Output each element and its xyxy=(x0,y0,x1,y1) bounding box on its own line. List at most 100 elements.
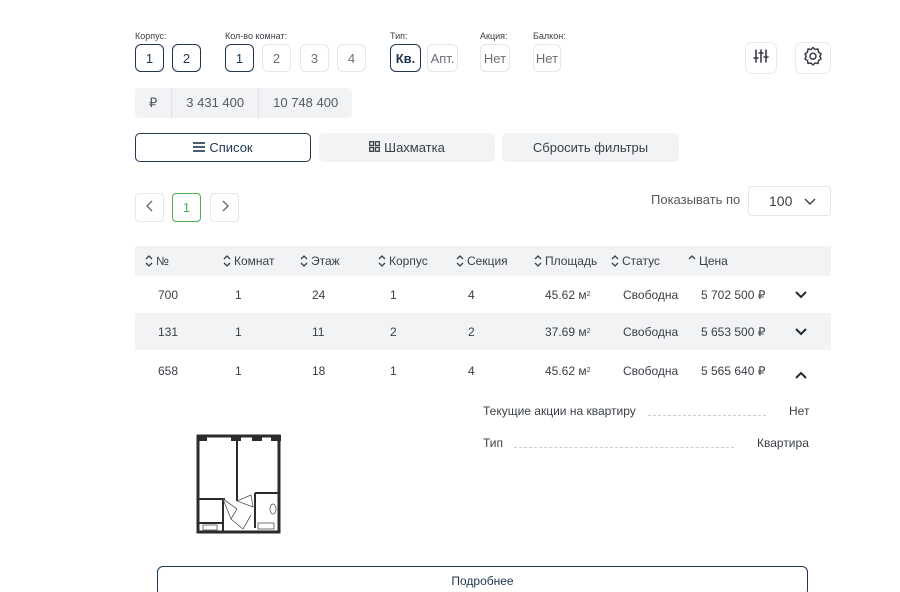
expand-row-button[interactable] xyxy=(795,276,807,313)
cell-floor: 24 xyxy=(312,287,326,302)
cell-area: 45.62 м2 xyxy=(545,287,591,302)
promo-toggle[interactable]: Нет xyxy=(480,44,510,72)
view-list-button[interactable]: Список xyxy=(135,133,311,162)
chevron-down-icon xyxy=(795,325,807,339)
dotted-leader xyxy=(648,415,766,416)
grid-icon xyxy=(369,140,381,155)
rooms-option-3[interactable]: 3 xyxy=(300,44,329,72)
cell-section: 2 xyxy=(468,324,475,339)
cell-status: Свободна xyxy=(623,364,679,378)
sort-icon xyxy=(223,255,231,267)
sort-icon xyxy=(378,255,386,267)
column-header-area[interactable]: Площадь xyxy=(534,246,597,276)
next-page-button[interactable] xyxy=(210,193,239,222)
details-button[interactable]: Подробнее xyxy=(157,566,808,592)
table-row-expanded[interactable]: 658 1 18 1 4 45.62 м2 Свободна 5 565 640… xyxy=(135,350,831,392)
view-grid-button[interactable]: Шахматка xyxy=(319,133,495,162)
filter-promo-label: Акция: xyxy=(480,31,508,41)
sort-icon xyxy=(456,255,464,267)
price-range[interactable]: ₽ 3 431 400 10 748 400 xyxy=(135,88,353,118)
cell-number: 131 xyxy=(158,324,179,339)
rooms-option-2[interactable]: 2 xyxy=(262,44,291,72)
expand-row-button[interactable] xyxy=(795,313,807,350)
column-header-rooms[interactable]: Комнат xyxy=(223,246,274,276)
price-min[interactable]: 3 431 400 xyxy=(171,88,258,118)
filter-type-label: Тип: xyxy=(390,31,408,41)
table-row[interactable]: 131 1 11 2 2 37.69 м2 Свободна 5 653 500… xyxy=(135,313,831,350)
sort-icon xyxy=(145,255,153,267)
sliders-icon xyxy=(753,48,769,69)
table-row[interactable]: 700 1 24 1 4 45.62 м2 Свободна 5 702 500… xyxy=(135,276,831,313)
gear-icon xyxy=(803,46,823,71)
cell-floor: 18 xyxy=(312,364,326,378)
column-header-number[interactable]: № xyxy=(145,246,169,276)
cell-price: 5 565 640 ₽ xyxy=(701,364,766,378)
korpus-option-2[interactable]: 2 xyxy=(172,44,201,72)
per-page-select[interactable]: 100 xyxy=(748,186,831,216)
column-header-korpus[interactable]: Корпус xyxy=(378,246,428,276)
per-page-label: Показывать по xyxy=(651,192,741,207)
column-header-label: Площадь xyxy=(545,254,598,268)
type-option-apart-hotel[interactable]: Апт. xyxy=(427,44,458,72)
sort-icon xyxy=(611,255,619,267)
chevron-down-icon xyxy=(795,288,807,302)
rooms-option-1[interactable]: 1 xyxy=(225,44,254,72)
column-header-label: Комнат xyxy=(234,254,275,268)
area-value: 45.62 м xyxy=(545,364,587,378)
cell-number: 658 xyxy=(158,364,179,378)
cell-price: 5 702 500 ₽ xyxy=(701,287,766,302)
view-list-label: Список xyxy=(209,140,253,155)
sort-icon xyxy=(534,255,542,267)
balcony-toggle[interactable]: Нет xyxy=(533,44,561,72)
cell-rooms: 1 xyxy=(235,287,242,302)
column-header-label: Секция xyxy=(467,254,508,268)
currency-symbol: ₽ xyxy=(149,95,158,110)
floor-plan-image[interactable] xyxy=(195,433,283,542)
filter-korpus-label: Корпус: xyxy=(135,31,167,41)
cell-section: 4 xyxy=(468,287,475,302)
column-header-label: Статус xyxy=(622,254,660,268)
menu-icon xyxy=(193,140,206,155)
sort-icon xyxy=(300,255,308,267)
cell-status: Свободна xyxy=(623,324,679,339)
cell-floor: 11 xyxy=(312,324,325,339)
chevron-up-icon xyxy=(795,368,807,382)
chevron-right-icon xyxy=(221,200,229,215)
per-page-value: 100 xyxy=(769,193,793,209)
collapse-row-button[interactable] xyxy=(795,354,807,396)
column-header-label: № xyxy=(156,254,169,268)
column-header-floor[interactable]: Этаж xyxy=(300,246,340,276)
price-max[interactable]: 10 748 400 xyxy=(258,88,352,118)
dotted-leader xyxy=(514,447,734,448)
chevron-left-icon xyxy=(145,200,154,215)
cell-status: Свободна xyxy=(623,287,679,302)
column-header-status[interactable]: Статус xyxy=(611,246,660,276)
detail-type-label: Тип xyxy=(483,436,504,450)
korpus-option-1[interactable]: 1 xyxy=(135,44,164,72)
column-header-label: Этаж xyxy=(311,254,340,268)
cell-area: 37.69 м2 xyxy=(545,324,591,339)
area-value: 45.62 м xyxy=(545,287,587,302)
filter-rooms-label: Кол-во комнат: xyxy=(225,31,288,41)
reset-filters-button[interactable]: Сбросить фильтры xyxy=(502,133,679,162)
chevron-down-icon xyxy=(804,193,816,209)
cell-section: 4 xyxy=(468,364,475,378)
column-header-label: Цена xyxy=(699,254,728,268)
cell-rooms: 1 xyxy=(235,364,242,378)
page-number-current[interactable]: 1 xyxy=(172,193,201,222)
filter-settings-button[interactable] xyxy=(746,43,776,73)
cell-price: 5 653 500 ₽ xyxy=(701,324,766,339)
detail-promo-label: Текущие акции на квартиру xyxy=(483,404,636,418)
sort-asc-icon xyxy=(688,255,696,267)
table-header: № Комнат Этаж Корпус Секция Площадь Стат… xyxy=(135,246,831,276)
settings-button[interactable] xyxy=(796,43,830,73)
column-header-price[interactable]: Цена xyxy=(688,246,728,276)
cell-number: 700 xyxy=(158,287,179,302)
column-header-section[interactable]: Секция xyxy=(456,246,508,276)
prev-page-button[interactable] xyxy=(135,193,164,222)
column-header-label: Корпус xyxy=(389,254,428,268)
type-option-apartment[interactable]: Кв. xyxy=(390,44,421,72)
rooms-option-4[interactable]: 4 xyxy=(337,44,366,72)
cell-rooms: 1 xyxy=(235,324,242,339)
cell-area: 45.62 м2 xyxy=(545,364,591,378)
